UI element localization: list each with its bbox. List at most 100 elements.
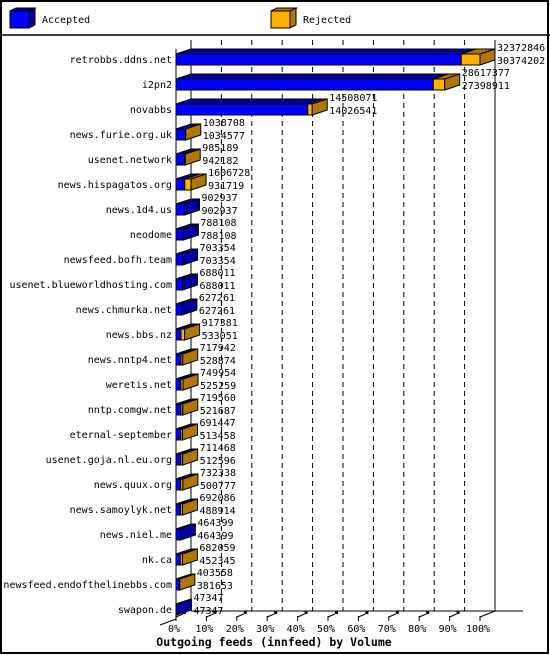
legend-accepted-cube-side (28, 7, 36, 29)
bar-accepted (175, 503, 182, 516)
value-label-total: 732338 (200, 468, 236, 479)
tick-depth-dot (456, 611, 460, 614)
bar-accepted-top (175, 48, 477, 55)
legend-accepted-swatch (9, 10, 30, 29)
innfeed-volume-chart: Accepted Rejected 0% 10% 20% 30% 40% 50% 60% 70… (0, 0, 550, 654)
bar-accepted (175, 203, 185, 216)
x-tick-label: 50% (317, 624, 335, 635)
value-label-accepted: 942182 (202, 156, 238, 167)
value-label-total: 703354 (200, 243, 236, 254)
value-label-accepted: 30374202 (497, 56, 545, 67)
category-label: neodome (130, 230, 172, 241)
value-label-total: 1038708 (203, 118, 245, 129)
value-label-total: 749954 (200, 368, 236, 379)
bar-accepted (175, 278, 183, 291)
x-tick-label: 10% (195, 624, 213, 635)
bar-accepted (175, 253, 184, 266)
value-label-accepted: 525259 (200, 381, 236, 392)
value-label-total: 1606728 (208, 168, 250, 179)
value-label-total: 691447 (199, 418, 235, 429)
value-label-total: 403558 (197, 568, 233, 579)
bar-accepted (175, 178, 186, 191)
category-label: eternal-september (70, 430, 172, 441)
bar-accepted (175, 528, 181, 541)
value-label-accepted: 512596 (200, 456, 236, 467)
category-label: usenet.goja.nl.eu.org (46, 455, 172, 466)
value-label-accepted: 528874 (200, 356, 236, 367)
category-label: retrobbs.ddns.net (70, 55, 172, 66)
bar-accepted (175, 228, 184, 241)
value-label-total: 682059 (199, 543, 235, 554)
bar-accepted-top (175, 98, 323, 105)
value-label-total: 47347 (193, 593, 223, 604)
x-tick-label: 60% (347, 624, 365, 635)
category-label: weretis.net (106, 380, 172, 391)
bar-accepted (175, 553, 181, 566)
value-label-accepted: 788108 (200, 231, 236, 242)
value-label-accepted: 627261 (199, 306, 235, 317)
x-tick-label: 100% (466, 624, 490, 635)
value-label-accepted: 521687 (200, 406, 236, 417)
value-label-accepted: 14026541 (329, 106, 377, 117)
value-label-accepted: 464399 (197, 531, 233, 542)
value-label-accepted: 47347 (193, 606, 223, 617)
category-label: news.furie.org.uk (70, 130, 172, 141)
value-label-accepted: 452345 (199, 556, 235, 567)
bar-rejected (180, 328, 186, 341)
bar-accepted (175, 128, 187, 141)
value-label-accepted: 703354 (200, 256, 236, 267)
x-tick-label: 70% (378, 624, 396, 635)
tick-depth-dot (365, 611, 369, 614)
value-label-total: 902937 (201, 193, 237, 204)
value-label-total: 719560 (200, 393, 236, 404)
chart-title: Outgoing feeds (innfeed) by Volume (156, 635, 391, 649)
category-label: news.chmurka.net (76, 305, 172, 316)
x-tick-label: 0% (168, 624, 180, 635)
legend-rejected-cube-side (289, 7, 297, 29)
value-label-accepted: 381653 (197, 581, 233, 592)
legend-accepted-label: Accepted (42, 15, 90, 26)
bar-accepted (175, 353, 182, 366)
tick-depth-dot (304, 611, 308, 614)
bar-rejected (184, 178, 192, 191)
value-label-total: 717942 (200, 343, 236, 354)
category-label: novabbs (130, 105, 172, 116)
category-label: usenet.network (88, 155, 172, 166)
value-label-accepted: 931719 (208, 181, 244, 192)
category-label: newsfeed.bofh.team (64, 255, 172, 266)
x-tick-label: 40% (287, 624, 305, 635)
tick-depth-dot (335, 611, 338, 614)
legend-rejected-label: Rejected (303, 15, 351, 26)
value-label-accepted: 27398911 (462, 81, 510, 92)
bar-accepted (175, 453, 182, 466)
category-label: news.nntp4.net (88, 355, 172, 366)
bar-rejected (307, 103, 313, 116)
bar-accepted (175, 328, 182, 341)
category-label: newsfeed.endofthelinebbs.com (3, 580, 172, 591)
category-label: news.niel.me (100, 530, 172, 541)
value-label-total: 985189 (202, 143, 238, 154)
tick-depth-dot (274, 611, 278, 614)
bar-accepted (175, 578, 181, 591)
bar-rejected (432, 78, 446, 91)
tick-depth-dot (395, 611, 399, 614)
bar-accepted (175, 378, 182, 391)
category-label: nntp.comgw.net (88, 405, 172, 416)
bar-accepted (175, 103, 309, 116)
value-label-accepted: 1034577 (203, 131, 245, 142)
category-label: news.1d4.us (106, 205, 172, 216)
value-label-total: 627261 (199, 293, 235, 304)
value-label-accepted: 488914 (199, 506, 235, 517)
value-label-total: 688011 (199, 268, 235, 279)
value-label-total: 32372846 (497, 43, 545, 54)
value-label-accepted: 688011 (199, 281, 235, 292)
x-tick-label: 30% (256, 624, 274, 635)
category-label: usenet.blueworldhosting.com (9, 280, 172, 291)
bar-accepted (175, 53, 462, 66)
category-label: i2pn2 (142, 80, 172, 91)
value-label-accepted: 902937 (201, 206, 237, 217)
bar-rejected (460, 53, 481, 66)
bar-accepted (175, 153, 186, 166)
x-tick-label: 20% (226, 624, 244, 635)
bar-accepted (175, 428, 182, 441)
